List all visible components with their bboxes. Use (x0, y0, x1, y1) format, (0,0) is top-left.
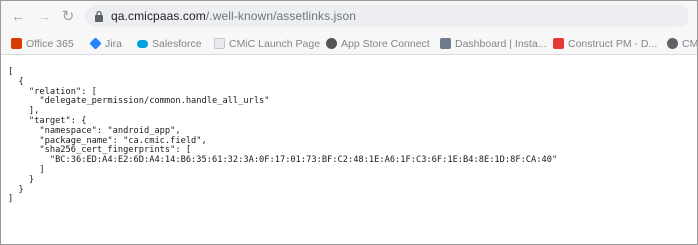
office-icon (11, 38, 22, 49)
bookmark-dashboard[interactable]: Dashboard | Insta... (440, 36, 546, 51)
browser-toolbar: ← → ↻ qa.cmicpaas.com/.well-known/assetl… (1, 1, 697, 31)
lock-icon (95, 10, 103, 22)
bookmark-label: Construct PM - D... (568, 37, 658, 50)
cm-icon (667, 38, 678, 49)
bookmark-label: App Store Connect (341, 37, 430, 50)
url-text: qa.cmicpaas.com/.well-known/assetlinks.j… (111, 9, 356, 23)
browser-window: ← → ↻ qa.cmicpaas.com/.well-known/assetl… (0, 0, 698, 245)
bookmark-cmic-launch-page[interactable]: CMiC Launch Page (214, 36, 320, 51)
bookmark-label: CMiC Launch Page (229, 37, 321, 50)
reload-icon[interactable]: ↻ (59, 7, 77, 25)
address-bar[interactable]: qa.cmicpaas.com/.well-known/assetlinks.j… (85, 5, 689, 27)
bookmark-label: Salesforce (152, 37, 202, 50)
url-path: /.well-known/assetlinks.json (205, 9, 357, 23)
bookmark-label: Jira (105, 37, 122, 50)
bookmark-office-365[interactable]: Office 365 (11, 36, 74, 51)
construct-icon (553, 38, 564, 49)
page-content: [ { "relation": [ "delegate_permission/c… (1, 56, 697, 244)
jira-icon (89, 37, 102, 50)
bookmark-app-store-connect[interactable]: App Store Connect (326, 36, 430, 51)
forward-arrow-icon[interactable]: → (35, 7, 53, 25)
bookmark-salesforce[interactable]: Salesforce (137, 36, 202, 51)
bookmark-label: CM (682, 37, 698, 50)
cmic-icon (214, 38, 225, 49)
back-arrow-icon[interactable]: ← (9, 7, 27, 25)
bookmarks-bar: Office 365 Jira Salesforce CMiC Launch P… (1, 31, 697, 55)
bookmark-jira[interactable]: Jira (89, 36, 122, 51)
json-document: [ { "relation": [ "delegate_permission/c… (8, 67, 558, 205)
bookmark-label: Dashboard | Insta... (455, 37, 547, 50)
url-host: qa.cmicpaas.com (111, 9, 206, 23)
bookmark-cm[interactable]: CM (667, 36, 698, 51)
bookmark-label: Office 365 (26, 37, 74, 50)
salesforce-icon (137, 39, 148, 48)
bookmark-construct-pm[interactable]: Construct PM - D... (553, 36, 657, 51)
apple-icon (326, 38, 337, 49)
dashboard-icon (440, 38, 451, 49)
